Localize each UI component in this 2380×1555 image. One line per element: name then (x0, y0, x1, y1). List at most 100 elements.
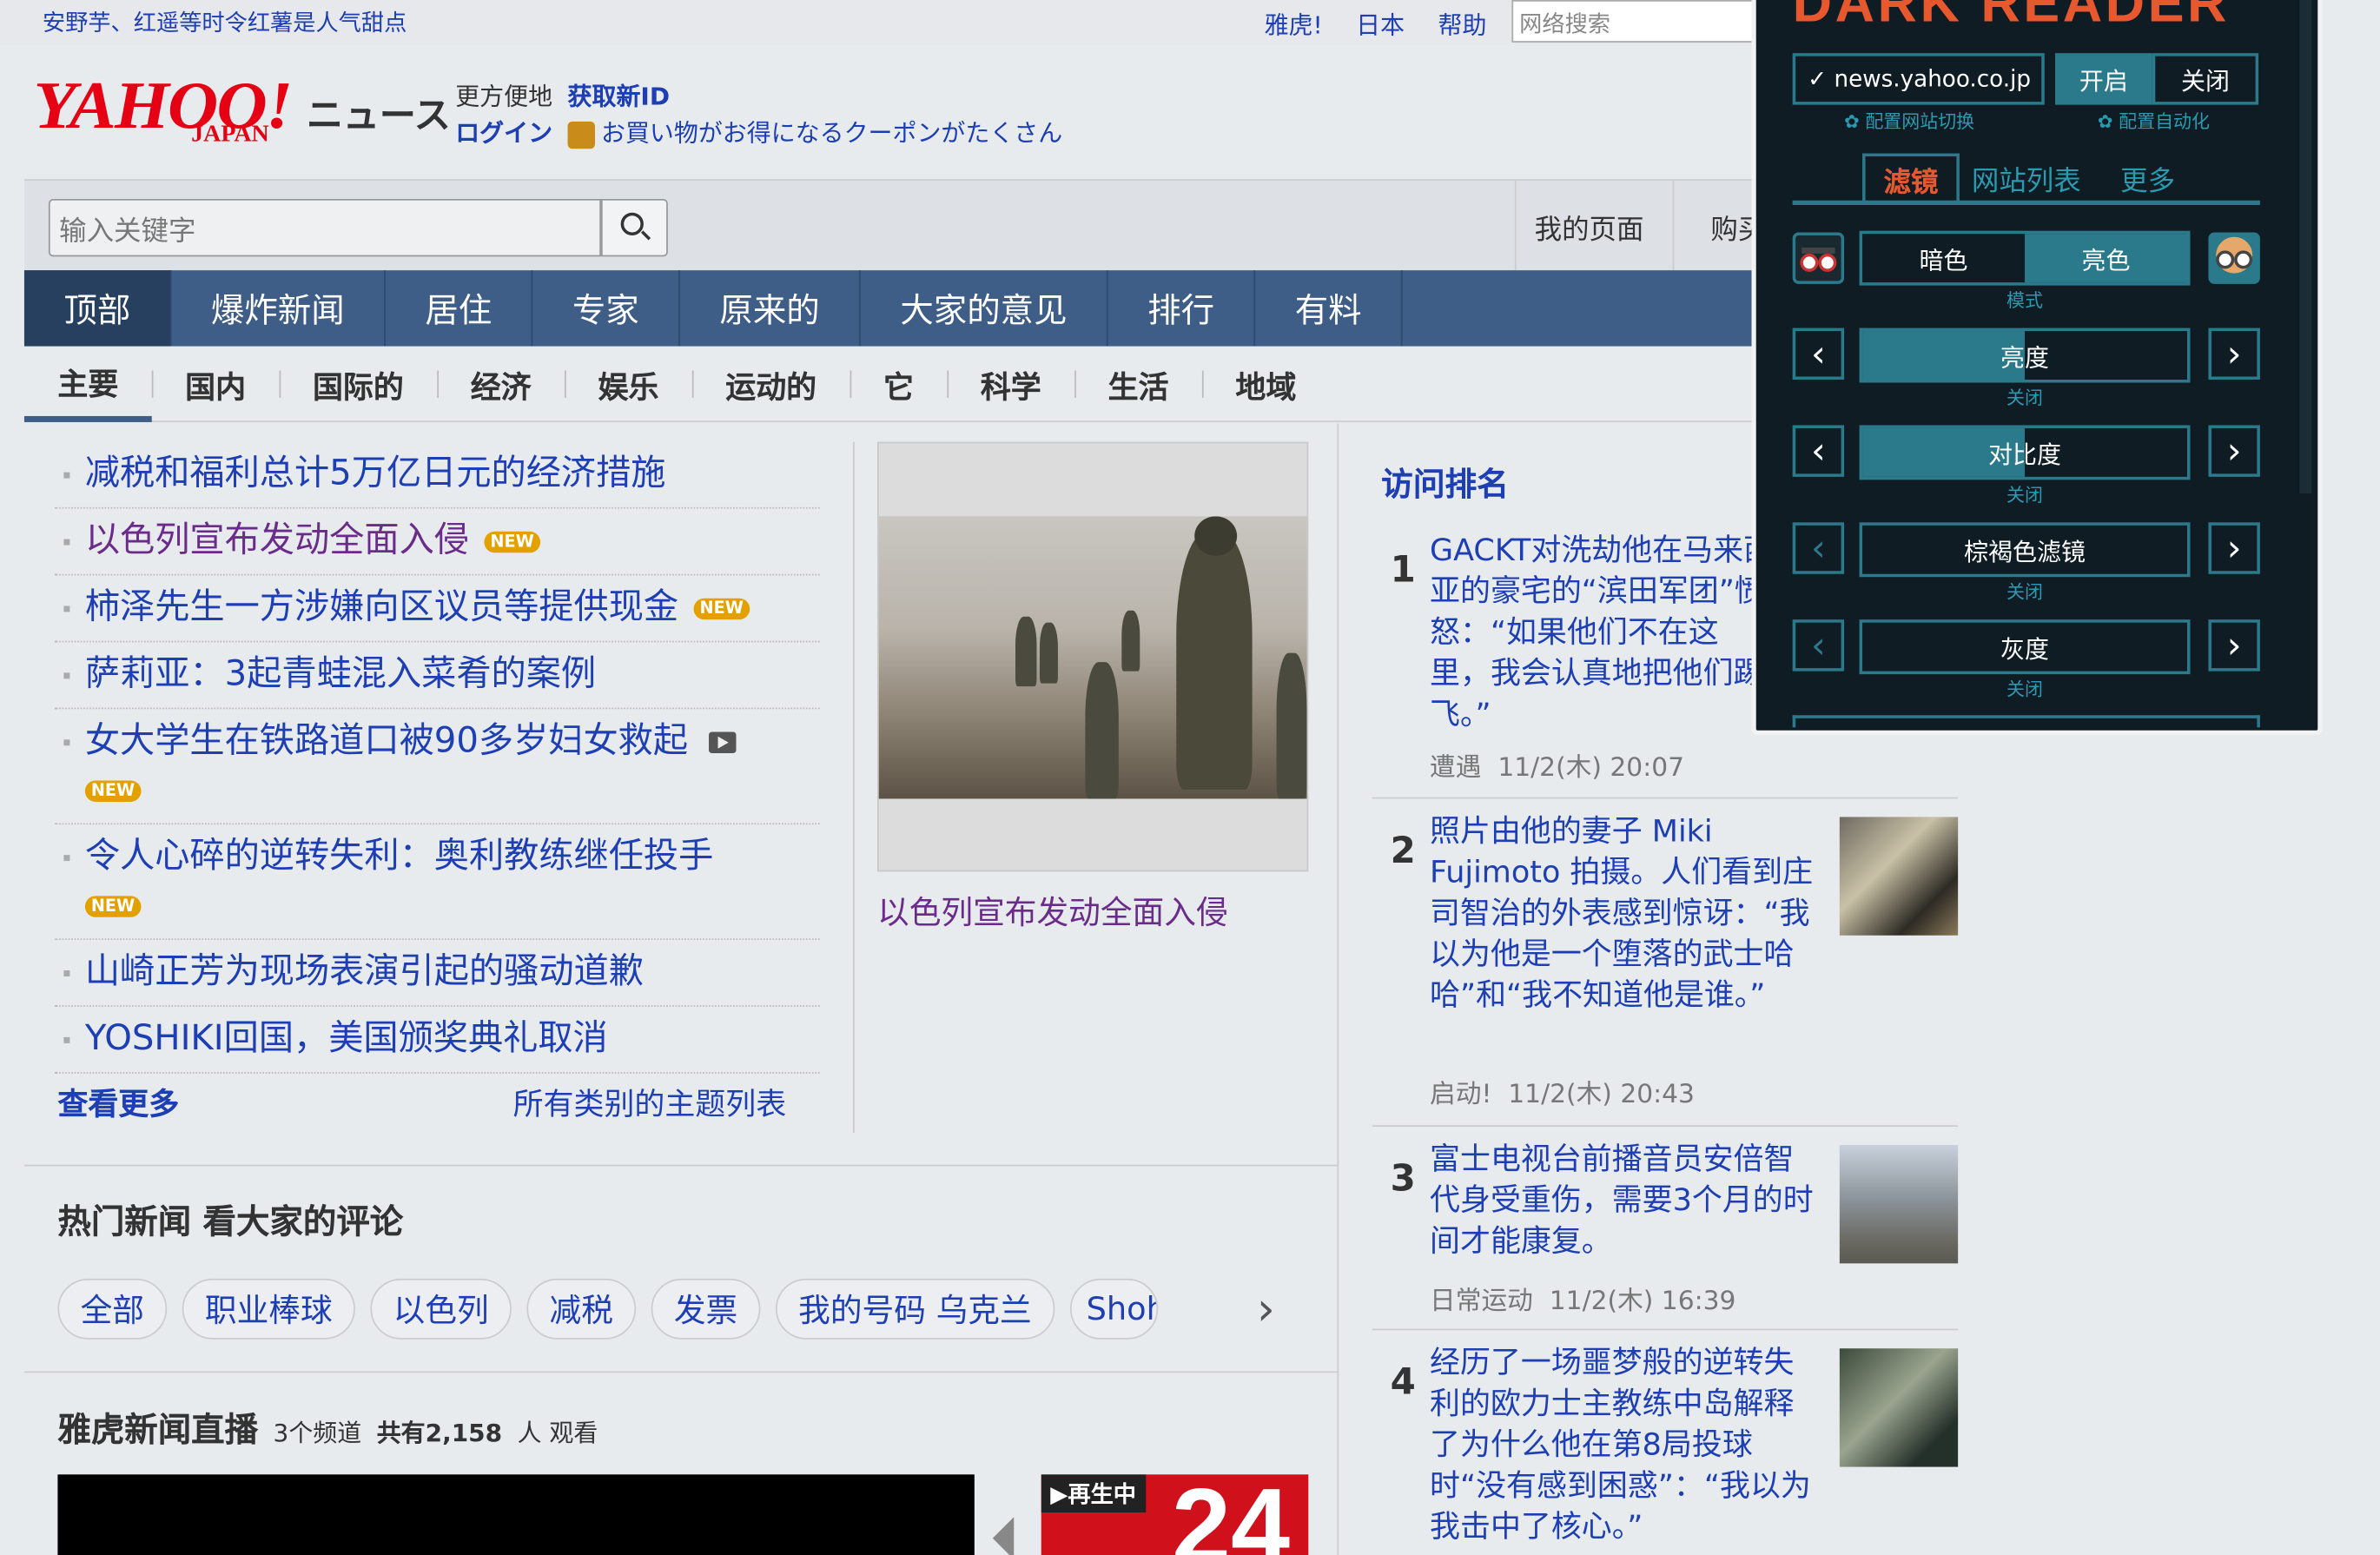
photo-caption[interactable]: 以色列宣布发动全面入侵 (877, 889, 1228, 934)
on-button[interactable]: 开启 (2054, 53, 2152, 105)
nav-breaking[interactable]: 爆炸新闻 (171, 270, 386, 347)
rank-text: 富士电视台前播音员安倍智代身受重伤，需要3个月的时间才能康复。 (1430, 1140, 1814, 1260)
contrast-slider[interactable]: 对比度 (1859, 425, 2191, 480)
tag-all[interactable]: 全部 (57, 1278, 168, 1340)
brightness-increase[interactable]: › (2208, 328, 2260, 380)
dark-mode-icon[interactable] (1792, 232, 1845, 284)
brightness-label: 亮度 (2000, 343, 2049, 373)
top-link-help[interactable]: 帮助 (1438, 4, 1487, 41)
tag-israel[interactable]: 以色列 (370, 1278, 512, 1340)
sepia-increase[interactable]: › (2208, 522, 2260, 574)
tab-entertainment[interactable]: 娱乐 (565, 347, 692, 422)
config-auto-link[interactable]: ✿ 配置自动化 (2098, 108, 2210, 134)
nav-top[interactable]: 顶部 (23, 270, 172, 347)
popup-scrollbar[interactable] (2299, 0, 2312, 494)
headline-item[interactable]: 山崎正芳为现场表演引起的骚动道歉 (54, 940, 820, 1007)
live-channel-thumb[interactable]: 24 ▶再生中 (1041, 1474, 1309, 1555)
tab-sports[interactable]: 运动的 (691, 347, 850, 422)
nav-paid[interactable]: 有料 (1255, 270, 1403, 347)
headline-item[interactable]: YOSHIKI回国，美国颁奖典礼取消 (54, 1007, 820, 1074)
rank-thumbnail (1839, 817, 1959, 936)
headline-photo[interactable] (876, 441, 1309, 872)
tab-life[interactable]: 生活 (1074, 347, 1202, 422)
rank-number: 4 (1390, 1360, 1416, 1404)
mode-light[interactable]: 亮色 (2025, 234, 2188, 283)
contrast-increase[interactable]: › (2208, 425, 2260, 477)
headline-item[interactable]: 柿泽先生一方涉嫌向区议员等提供现金 NEW (54, 575, 820, 643)
my-page-link[interactable]: 我的页面 (1514, 181, 1673, 272)
tab-it[interactable]: 它 (850, 347, 948, 422)
tab-science[interactable]: 科学 (947, 347, 1074, 422)
nav-ranking[interactable]: 排行 (1108, 270, 1256, 347)
playing-badge: ▶再生中 (1041, 1474, 1146, 1513)
brightness-decrease[interactable]: ‹ (1792, 328, 1845, 380)
tag-invoice[interactable]: 发票 (651, 1278, 761, 1340)
chevron-right-icon[interactable]: › (1257, 1283, 1275, 1336)
tag-shohei[interactable]: Shoh (1069, 1278, 1158, 1340)
nav-experts[interactable]: 专家 (532, 270, 680, 347)
promo-link[interactable]: 安野芋、红遥等时令红薯是人气甜点 (43, 6, 407, 38)
nav-original[interactable]: 原来的 (680, 270, 861, 347)
brightness-slider[interactable]: 亮度 (1859, 328, 2191, 383)
live-video-player[interactable] (57, 1474, 975, 1555)
grayscale-slider[interactable]: 灰度 (1859, 619, 2191, 675)
tab-more[interactable]: 更多 (2120, 160, 2175, 199)
tab-international[interactable]: 国际的 (279, 347, 438, 422)
top-link-japan[interactable]: 日本 (1356, 4, 1405, 41)
rank-number: 2 (1390, 829, 1416, 872)
ranking-item[interactable]: 3 富士电视台前播音员安倍智代身受重伤，需要3个月的时间才能康复。 日常运动 1… (1372, 1125, 1959, 1328)
grayscale-increase[interactable]: › (2208, 619, 2260, 672)
headline-item[interactable]: 以色列宣布发动全面入侵 NEW (54, 509, 820, 576)
nav-opinions[interactable]: 大家的意见 (861, 270, 1108, 347)
headline-title: 山崎正芳为现场表演引起的骚动道歉 (84, 951, 644, 992)
site-toggle[interactable]: ✓ news.yahoo.co.jp (1792, 53, 2045, 105)
tag-mynumber-ukraine[interactable]: 我的号码 乌克兰 (775, 1278, 1054, 1340)
headline-item[interactable]: 萨莉亚：3起青蛙混入菜肴的案例 (54, 642, 820, 710)
tab-filters[interactable]: 滤镜 (1862, 153, 1960, 205)
viewer-suffix: 人 观看 (517, 1418, 598, 1447)
get-id-link[interactable]: 获取新ID (568, 79, 671, 116)
search-input[interactable]: 输入关键字 (48, 198, 601, 257)
off-button[interactable]: 关闭 (2152, 53, 2259, 105)
sepia-decrease[interactable]: ‹ (1792, 522, 1845, 574)
next-control-edge (1792, 715, 2260, 728)
light-mode-icon[interactable] (2208, 232, 2260, 284)
rank-source: 启动! (1430, 1079, 1492, 1110)
ranking-item[interactable]: 2 照片由他的妻子 Miki Fujimoto 拍摄。人们看到庄司智治的外表感到… (1372, 797, 1959, 1122)
page-root: 安野芋、红遥等时令红薯是人气甜点 雅虎! 日本 帮助 网络搜索 YAHOO! J… (0, 0, 2380, 1555)
grayscale-decrease[interactable]: ‹ (1792, 619, 1845, 672)
tag-baseball[interactable]: 职业棒球 (182, 1278, 355, 1340)
yahoo-logo[interactable]: YAHOO! JAPAN ニュース (33, 72, 450, 148)
see-more-link[interactable]: 查看更多 (57, 1080, 179, 1124)
rank-number: 1 (1390, 548, 1416, 591)
top-link-yahoo[interactable]: 雅虎! (1265, 4, 1323, 41)
tab-main[interactable]: 主要 (23, 347, 152, 422)
contrast-decrease[interactable]: ‹ (1792, 425, 1845, 477)
search-button[interactable] (600, 198, 668, 257)
ranking-item[interactable]: 4 经历了一场噩梦般的逆转失利的欧力士主教练中岛解释了为什么他在第8局投球时“没… (1372, 1328, 1959, 1555)
main-nav: 顶部 爆炸新闻 居住 专家 原来的 大家的意见 排行 有料 (23, 270, 1761, 347)
live-header: 雅虎新闻直播 3个频道 共有2,158 人 观看 (57, 1403, 598, 1452)
tab-economy[interactable]: 经济 (437, 347, 565, 422)
dark-reader-tabs: 滤镜 网站列表 更多 (1792, 153, 2260, 205)
coupon-link[interactable]: お買い物がお得になるクーポンがたくさん (567, 116, 1062, 152)
tab-site-list[interactable]: 网站列表 (1972, 160, 2081, 199)
mode-dark[interactable]: 暗色 (1862, 234, 2025, 282)
tag-tax-cut[interactable]: 减税 (526, 1278, 637, 1340)
tab-local[interactable]: 地域 (1201, 347, 1330, 422)
config-site-link[interactable]: ✿ 配置网站切换 (1844, 108, 1974, 134)
headline-item[interactable]: 女大学生在铁路道口被90多岁妇女救起 NEW (54, 709, 820, 825)
sepia-slider[interactable]: 棕褐色滤镜 (1859, 522, 2191, 578)
nav-live[interactable]: 居住 (386, 270, 533, 347)
all-topics-link[interactable]: 所有类别的主题列表 (513, 1080, 787, 1124)
headline-title: 萨莉亚：3起青蛙混入菜肴的案例 (84, 654, 597, 694)
headline-item[interactable]: 令人心碎的逆转失利：奥利教练继任投手 NEW (54, 824, 820, 941)
web-search-input[interactable]: 网络搜索 (1511, 0, 1761, 43)
ranking-title: 访问排名 (1381, 466, 1509, 503)
chevron-left-icon[interactable] (992, 1517, 1015, 1555)
tab-domestic[interactable]: 国内 (151, 347, 280, 422)
headline-item[interactable]: 减税和福利总计5万亿日元的经济措施 (54, 442, 820, 509)
login-link[interactable]: ログイン (455, 116, 552, 152)
soldiers-image (878, 516, 1307, 799)
mode-switch[interactable]: 暗色 亮色 (1859, 230, 2191, 286)
